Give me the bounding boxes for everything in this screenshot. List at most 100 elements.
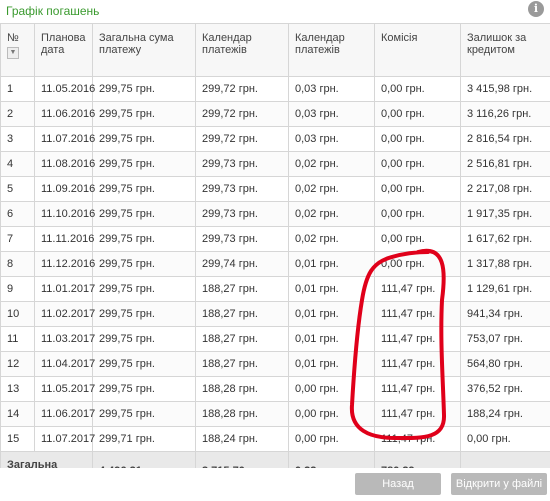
- cell-planned-date: 11.11.2016: [34, 226, 94, 252]
- cell-payment-calendar: 299,72 грн.: [195, 126, 289, 152]
- cell-payment-calendar-2: 0,00 грн.: [288, 401, 375, 427]
- cell-commission: 111,47 грн.: [374, 401, 461, 427]
- cell-payment-calendar: 188,27 грн.: [195, 301, 289, 327]
- cell-payment-calendar-2: 0,01 грн.: [288, 251, 375, 277]
- footer-remaining: [460, 451, 550, 468]
- cell-total-payment: 299,75 грн.: [92, 326, 196, 352]
- cell-payment-calendar-2: 0,00 грн.: [288, 426, 375, 452]
- cell-planned-date: 11.03.2017: [34, 326, 95, 352]
- cell-commission: 111,47 грн.: [374, 301, 461, 327]
- cell-number: 15: [0, 426, 35, 452]
- cell-remaining-balance: 753,07 грн.: [460, 326, 550, 352]
- cell-remaining-balance: 941,34 грн.: [460, 301, 550, 327]
- table-header-row: № ▼ Планова дата Загальна сума платежу К…: [0, 23, 550, 77]
- cell-remaining-balance: 3 116,26 грн.: [460, 101, 550, 127]
- cell-payment-calendar-2: 0,01 грн.: [288, 276, 375, 302]
- footer-label: Загальна сума платежу: [0, 451, 93, 468]
- table-row: 4 11.08.2016 299,75 грн. 299,73 грн. 0,02 гр…: [0, 151, 550, 177]
- table-row: 15 11.07.2017 299,71 грн. 188,24 грн. 0,00 г…: [0, 426, 550, 452]
- table-row: 11 11.03.2017 299,75 грн. 188,27 грн. 0,01 г…: [0, 326, 550, 352]
- schedule-table-container: № ▼ Планова дата Загальна сума платежу К…: [0, 23, 550, 468]
- back-button[interactable]: Назад: [355, 473, 441, 495]
- cell-number: 13: [0, 376, 35, 402]
- cell-total-payment: 299,75 грн.: [92, 401, 196, 427]
- column-header-planned-date: Планова дата: [34, 23, 93, 77]
- cell-total-payment: 299,75 грн.: [92, 76, 196, 102]
- cell-payment-calendar-2: 0,02 грн.: [288, 226, 375, 252]
- repayment-schedule-table: № ▼ Планова дата Загальна сума платежу К…: [0, 23, 550, 468]
- cell-payment-calendar: 188,24 грн.: [195, 426, 289, 452]
- table-row: 12 11.04.2017 299,75 грн. 188,27 грн. 0,01 г…: [0, 351, 550, 377]
- cell-number: 10: [0, 301, 35, 327]
- cell-remaining-balance: 2 217,08 грн.: [460, 176, 550, 202]
- cell-number: 5: [0, 176, 35, 202]
- cell-commission: 111,47 грн.: [374, 326, 461, 352]
- cell-remaining-balance: 1 617,62 грн.: [460, 226, 550, 252]
- footer-payment-calendar: 3 715,70 грн.: [195, 451, 289, 468]
- cell-total-payment: 299,75 грн.: [92, 251, 196, 277]
- cell-planned-date: 11.06.2017: [34, 401, 95, 427]
- cell-payment-calendar: 299,72 грн.: [195, 76, 289, 102]
- cell-commission: 0,00 грн.: [374, 176, 461, 202]
- sort-dropdown-icon[interactable]: ▼: [7, 47, 19, 59]
- cell-number: 6: [0, 201, 35, 227]
- cell-commission: 0,00 грн.: [374, 151, 461, 177]
- cell-payment-calendar-2: 0,03 грн.: [288, 126, 375, 152]
- cell-remaining-balance: 1 129,61 грн.: [460, 276, 550, 302]
- cell-payment-calendar: 188,27 грн.: [195, 326, 289, 352]
- column-header-total-payment: Загальна сума платежу: [92, 23, 196, 77]
- cell-total-payment: 299,75 грн.: [92, 226, 196, 252]
- table-row: 1 11.05.2016 299,75 грн. 299,72 грн. 0,03 гр…: [0, 76, 550, 102]
- cell-payment-calendar-2: 0,01 грн.: [288, 326, 375, 352]
- footer-payment-calendar-2: 0,22 грн.: [288, 451, 375, 468]
- cell-planned-date: 11.01.2017: [34, 276, 95, 302]
- cell-number: 9: [0, 276, 35, 302]
- cell-commission: 0,00 грн.: [374, 201, 461, 227]
- cell-remaining-balance: 1 317,88 грн.: [460, 251, 550, 277]
- cell-payment-calendar: 299,73 грн.: [195, 201, 289, 227]
- cell-planned-date: 11.05.2017: [34, 376, 95, 402]
- open-in-file-button[interactable]: Відкрити у файлі: [451, 473, 547, 495]
- column-header-payment-calendar: Календар платежів: [195, 23, 289, 77]
- cell-remaining-balance: 3 415,98 грн.: [460, 76, 550, 102]
- cell-planned-date: 11.06.2016: [34, 101, 95, 127]
- cell-commission: 0,00 грн.: [374, 126, 461, 152]
- cell-total-payment: 299,75 грн.: [92, 376, 196, 402]
- cell-payment-calendar: 188,28 грн.: [195, 401, 289, 427]
- table-row: 5 11.09.2016 299,75 грн. 299,73 грн. 0,02 гр…: [0, 176, 550, 202]
- cell-commission: 0,00 грн.: [374, 251, 461, 277]
- cell-payment-calendar: 188,28 грн.: [195, 376, 289, 402]
- cell-payment-calendar-2: 0,01 грн.: [288, 301, 375, 327]
- cell-remaining-balance: 2 816,54 грн.: [460, 126, 550, 152]
- cell-number: 8: [0, 251, 35, 277]
- cell-planned-date: 11.07.2017: [34, 426, 95, 452]
- cell-payment-calendar-2: 0,02 грн.: [288, 151, 375, 177]
- table-row: 6 11.10.2016 299,75 грн. 299,73 грн. 0,02 гр…: [0, 201, 550, 227]
- cell-number: 2: [0, 101, 35, 127]
- table-row: 14 11.06.2017 299,75 грн. 188,28 грн. 0,00 г…: [0, 401, 550, 427]
- table-row: 2 11.06.2016 299,75 грн. 299,72 грн. 0,03 гр…: [0, 101, 550, 127]
- table-row: 8 11.12.2016 299,75 грн. 299,74 грн. 0,01 гр…: [0, 251, 550, 277]
- cell-planned-date: 11.07.2016: [34, 126, 95, 152]
- cell-payment-calendar: 299,72 грн.: [195, 101, 289, 127]
- table-row: 3 11.07.2016 299,75 грн. 299,72 грн. 0,03 гр…: [0, 126, 550, 152]
- cell-number: 11: [0, 326, 35, 352]
- cell-payment-calendar: 299,73 грн.: [195, 151, 289, 177]
- cell-total-payment: 299,75 грн.: [92, 201, 196, 227]
- cell-commission: 111,47 грн.: [374, 376, 461, 402]
- cell-total-payment: 299,75 грн.: [92, 126, 196, 152]
- cell-planned-date: 11.05.2016: [34, 76, 95, 102]
- info-icon[interactable]: i: [528, 1, 544, 17]
- cell-remaining-balance: 376,52 грн.: [460, 376, 550, 402]
- cell-total-payment: 299,75 грн.: [92, 276, 196, 302]
- cell-remaining-balance: 188,24 грн.: [460, 401, 550, 427]
- column-header-commission: Комісія: [374, 23, 461, 77]
- cell-commission: 111,47 грн.: [374, 351, 461, 377]
- cell-payment-calendar-2: 0,03 грн.: [288, 101, 375, 127]
- cell-planned-date: 11.12.2016: [34, 251, 95, 277]
- cell-remaining-balance: 564,80 грн.: [460, 351, 550, 377]
- cell-planned-date: 11.02.2017: [34, 301, 95, 327]
- column-header-number[interactable]: № ▼: [0, 23, 35, 77]
- cell-planned-date: 11.08.2016: [34, 151, 95, 177]
- column-header-payment-calendar-2: Календар платежів: [288, 23, 375, 77]
